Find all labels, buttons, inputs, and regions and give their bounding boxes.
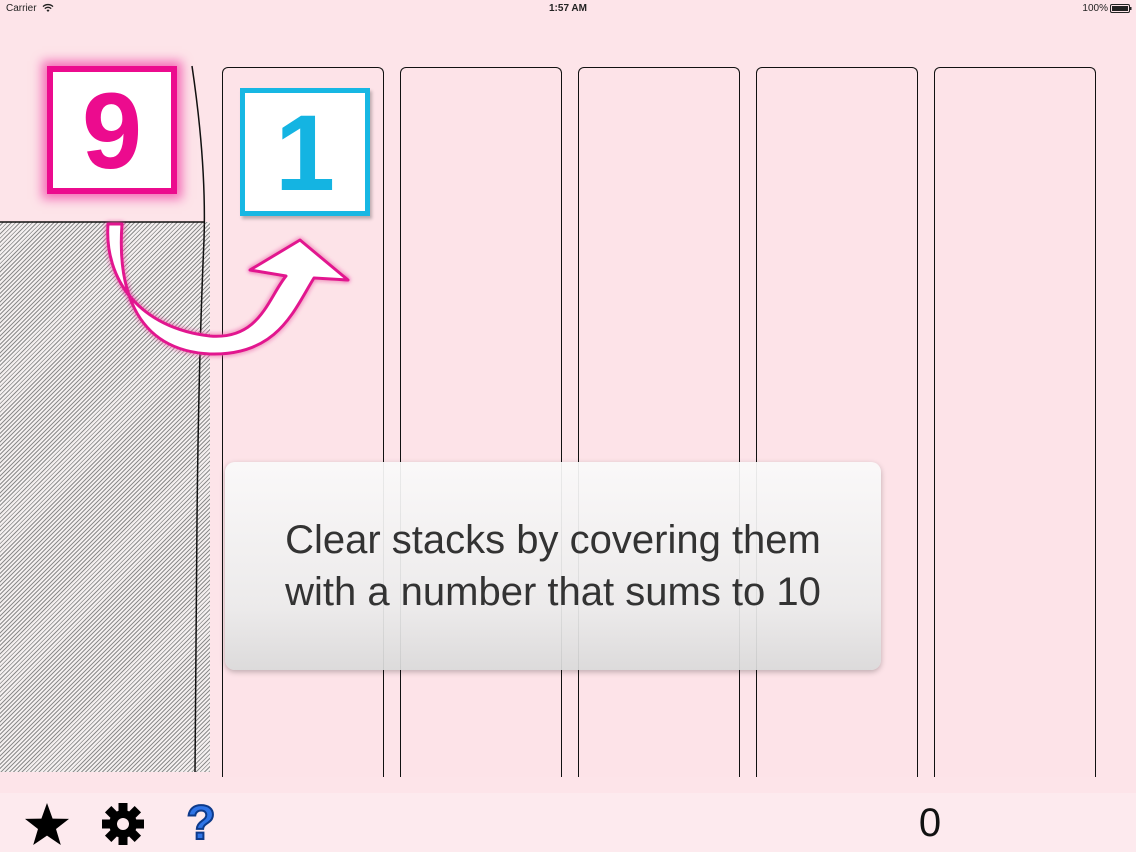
bottom-toolbar: ? 0: [0, 793, 1136, 852]
stack-column-2[interactable]: [400, 67, 562, 777]
score-counter: 0: [918, 801, 942, 845]
star-button[interactable]: [22, 799, 72, 849]
stack-top-tile[interactable]: 1: [240, 88, 370, 216]
settings-button[interactable]: [98, 799, 148, 849]
help-button[interactable]: ?: [176, 797, 226, 850]
tutorial-hint-box: Clear stacks by covering them with a num…: [225, 462, 881, 670]
gear-icon: [102, 803, 144, 845]
star-icon: [25, 803, 69, 845]
current-number-tile[interactable]: 9: [47, 66, 177, 194]
question-icon: ?: [185, 797, 216, 850]
hint-text: Clear stacks by covering them with a num…: [285, 518, 821, 614]
stack-column-3[interactable]: [578, 67, 740, 777]
stack-column-5[interactable]: [934, 67, 1096, 777]
game-board: 9 1: [0, 0, 1136, 852]
stack-column-4[interactable]: [756, 67, 918, 777]
curved-arrow-icon: [106, 222, 350, 356]
